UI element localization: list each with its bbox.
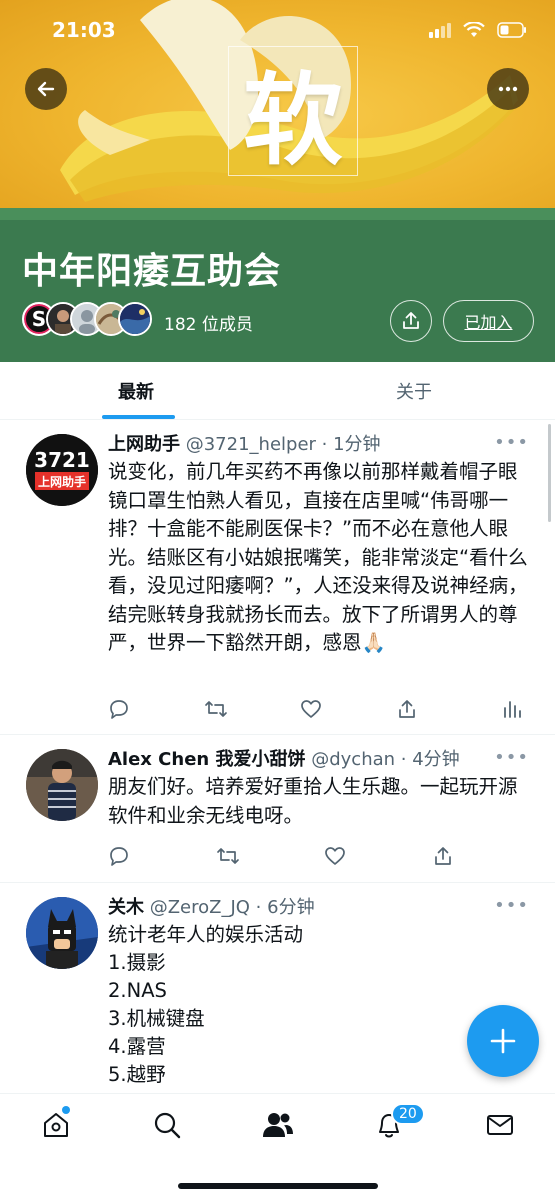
community-tabs: 最新 关于 [0, 362, 555, 420]
author-meta: @dychan · 4分钟 [305, 749, 460, 770]
home-icon [44, 1113, 68, 1137]
notification-badge: 20 [391, 1103, 425, 1125]
tweet-more-icon[interactable]: ••• [494, 747, 529, 768]
reply-button[interactable] [108, 696, 204, 722]
avatar-logo-bottom: 上网助手 [38, 474, 86, 489]
share-button[interactable] [390, 300, 432, 342]
tab-latest[interactable]: 最新 [118, 378, 154, 404]
home-indicator [178, 1183, 378, 1189]
like-button[interactable] [324, 843, 432, 869]
analytics-icon [504, 701, 521, 718]
retweet-icon [217, 848, 239, 864]
member-avatars[interactable]: S [22, 302, 152, 336]
tweet-actions [108, 696, 555, 722]
status-time: 21:03 [52, 18, 116, 42]
share-icon [399, 700, 415, 718]
tweet-header: 关木 @ZeroZ_JQ · 6分钟 [108, 893, 315, 919]
tweet[interactable]: 关木 @ZeroZ_JQ · 6分钟 ••• 统计老年人的娱乐活动 1.摄影 2… [0, 883, 555, 1093]
status-icons [429, 22, 527, 38]
retweet-icon [205, 701, 227, 717]
scrollbar[interactable] [548, 424, 551, 522]
mail-icon [487, 1115, 513, 1135]
heart-icon [325, 847, 345, 865]
community-title: 中年阳痿互助会 [22, 251, 282, 292]
author-meta: @3721_helper · 1分钟 [180, 434, 381, 455]
community-banner: 软 21:03 [0, 0, 555, 210]
status-bar: 21:03 [0, 18, 555, 46]
heart-icon [301, 700, 321, 718]
avatar[interactable] [26, 897, 98, 969]
nav-search[interactable] [151, 1109, 183, 1141]
reply-button[interactable] [108, 843, 216, 869]
like-button[interactable] [300, 696, 396, 722]
nav-communities[interactable] [262, 1109, 294, 1141]
tab-about[interactable]: 关于 [396, 378, 432, 404]
search-icon [154, 1112, 181, 1139]
tweet-text: 说变化，前几年买药不再像以前那样戴着帽子眼镜口罩生怕熟人看见，直接在店里喊“伟哥… [108, 460, 528, 654]
joined-button[interactable]: 已加入 [443, 300, 534, 342]
svg-text:S: S [32, 307, 46, 331]
tweet-text: 统计老年人的娱乐活动 1.摄影 2.NAS 3.机械键盘 4.露营 5.越野 [108, 923, 304, 1086]
nav-messages[interactable] [484, 1109, 516, 1141]
author-name[interactable]: Alex Chen 我爱小甜饼 [108, 749, 306, 770]
retweet-button[interactable] [216, 843, 324, 869]
home-notification-dot [62, 1106, 70, 1114]
header-strip [0, 208, 555, 220]
tweet-header: Alex Chen 我爱小甜饼 @dychan · 4分钟 [108, 745, 460, 771]
tweet-more-icon[interactable]: ••• [494, 432, 529, 453]
communities-icon [263, 1113, 293, 1137]
tweet[interactable]: Alex Chen 我爱小甜饼 @dychan · 4分钟 ••• 朋友们好。培… [0, 735, 555, 883]
more-horizontal-icon [498, 86, 518, 92]
compose-button[interactable] [467, 1005, 539, 1077]
author-meta: @ZeroZ_JQ · 6分钟 [144, 897, 315, 918]
avatar[interactable] [26, 749, 98, 821]
plus-icon [490, 1028, 516, 1054]
tweet-header: 上网助手 @3721_helper · 1分钟 [108, 430, 381, 456]
reply-icon [110, 847, 128, 866]
tweet[interactable]: 3721 上网助手 上网助手 @3721_helper · 1分钟 ••• 说变… [0, 420, 555, 735]
avatar[interactable]: 3721 上网助手 [26, 434, 98, 506]
reply-icon [110, 700, 128, 719]
banner-character: 软 [228, 46, 358, 179]
cellular-signal-icon [429, 23, 451, 38]
member-count[interactable]: 182 位成员 [164, 310, 253, 335]
share-icon [403, 312, 419, 329]
wifi-icon [463, 22, 485, 37]
analytics-button[interactable] [492, 696, 555, 722]
tweet-more-icon[interactable]: ••• [494, 895, 529, 916]
battery-icon [497, 22, 526, 38]
tweet-text: 朋友们好。培养爱好重拾人生乐趣。一起玩开源软件和业余无线电呀。 [108, 775, 518, 827]
avatar-logo-top: 3721 [34, 448, 90, 472]
active-tab-indicator [102, 415, 175, 419]
tweet-actions [108, 843, 540, 869]
share-tweet-button[interactable] [396, 696, 492, 722]
retweet-button[interactable] [204, 696, 300, 722]
more-options-button[interactable] [487, 68, 529, 110]
arrow-left-icon [37, 81, 55, 97]
back-button[interactable] [25, 68, 67, 110]
community-header: 中年阳痿互助会 S 182 位成员 已加入 [0, 208, 555, 362]
share-tweet-button[interactable] [432, 843, 540, 869]
share-icon [435, 847, 451, 865]
author-name[interactable]: 上网助手 [108, 434, 180, 455]
member-avatar [118, 302, 152, 336]
author-name[interactable]: 关木 [108, 897, 144, 918]
